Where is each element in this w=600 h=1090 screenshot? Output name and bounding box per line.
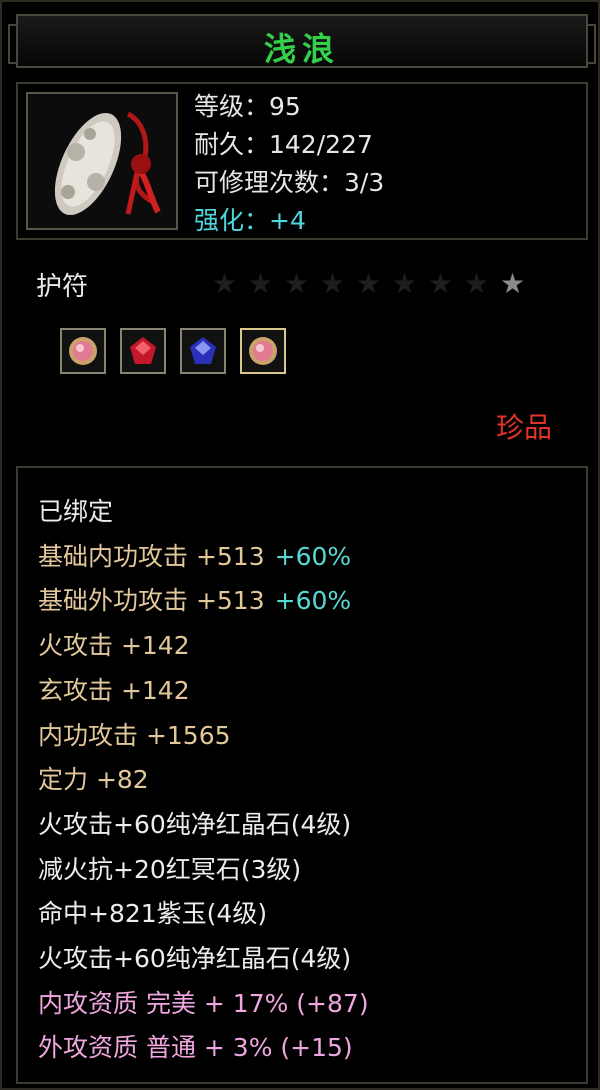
attribute-list: 已绑定基础内功攻击 +513 +60% 基础外功攻击 +513 +60% 火攻击 +14… xyxy=(38,490,369,1071)
star-icon: ★ xyxy=(464,267,490,300)
amulet-icon xyxy=(26,92,178,230)
gem-slot-3[interactable] xyxy=(180,328,226,374)
attribute-text: 内攻资质 完美 + 17% (+87) xyxy=(38,988,369,1018)
gem-slot-1[interactable] xyxy=(60,328,106,374)
attribute-bonus: +60% xyxy=(274,541,352,571)
attribute-text: 命中+821紫玉(4级) xyxy=(38,899,268,929)
attribute-row: 内攻资质 完美 + 17% (+87) xyxy=(38,982,369,1027)
attribute-row: 内功攻击 +1565 xyxy=(38,714,369,759)
item-info-box: 等级：95 耐久：142/227 可修理次数：3/3 强化：+4 xyxy=(16,82,588,240)
durability-stat: 耐久：142/227 xyxy=(194,130,373,159)
level-stat: 等级：95 xyxy=(194,92,301,121)
attribute-text: 火攻击 +142 xyxy=(38,631,190,661)
repair-count-stat: 可修理次数：3/3 xyxy=(194,168,385,197)
attribute-row: 玄攻击 +142 xyxy=(38,669,369,714)
star-icon: ★ xyxy=(356,267,382,300)
attribute-text: 基础外功攻击 +513 xyxy=(38,586,265,616)
attribute-text: 减火抗+20红冥石(3级) xyxy=(38,854,302,884)
star-icon: ★ xyxy=(428,267,454,300)
attribute-text: 内功攻击 +1565 xyxy=(38,720,231,750)
attribute-row: 火攻击+60纯净红晶石(4级) xyxy=(38,937,369,982)
blue-crystal-gem-icon xyxy=(190,337,216,364)
item-name-title: 浅浪 xyxy=(263,30,340,68)
attribute-row: 火攻击+60纯净红晶石(4级) xyxy=(38,803,369,848)
star-rating: ★ ★ ★ ★ ★ ★ ★ ★ ★ xyxy=(212,267,526,300)
gem-sockets xyxy=(60,328,286,374)
attribute-text: 基础内功攻击 +513 xyxy=(38,541,265,571)
attribute-row: 外攻资质 普通 + 3% (+15) xyxy=(38,1026,369,1071)
star-icon: ★ xyxy=(248,267,274,300)
attribute-row: 定力 +82 xyxy=(38,758,369,803)
star-icon: ★ xyxy=(500,267,526,300)
star-icon: ★ xyxy=(320,267,346,300)
attribute-text: 火攻击+60纯净红晶石(4级) xyxy=(38,944,352,974)
attribute-row: 已绑定 xyxy=(38,490,369,535)
attribute-bonus: +60% xyxy=(274,586,352,616)
attribute-row: 基础内功攻击 +513 +60% xyxy=(38,535,369,580)
attribute-row: 命中+821紫玉(4级) xyxy=(38,892,369,937)
rarity-label: 珍品 xyxy=(495,411,552,444)
attributes-box: 已绑定基础内功攻击 +513 +60% 基础外功攻击 +513 +60% 火攻击 +14… xyxy=(16,466,588,1084)
attribute-row: 基础外功攻击 +513 +60% xyxy=(38,579,369,624)
gem-slot-2[interactable] xyxy=(120,328,166,374)
attribute-text: 定力 +82 xyxy=(38,765,149,795)
item-stats: 等级：95 耐久：142/227 可修理次数：3/3 强化：+4 xyxy=(194,88,384,240)
red-crystal-gem-icon xyxy=(130,337,156,364)
attribute-text: 外攻资质 普通 + 3% (+15) xyxy=(38,1033,353,1063)
star-icon: ★ xyxy=(284,267,310,300)
attribute-text: 玄攻击 +142 xyxy=(38,675,190,705)
attribute-row: 减火抗+20红冥石(3级) xyxy=(38,848,369,893)
gem-slot-4[interactable] xyxy=(240,328,286,374)
title-bar: 浅浪 xyxy=(8,14,596,68)
star-icon: ★ xyxy=(392,267,418,300)
item-type-label: 护符 xyxy=(36,272,89,302)
pink-orb-gem-icon xyxy=(249,337,277,365)
enhance-stat: 强化：+4 xyxy=(194,206,306,235)
attribute-row: 火攻击 +142 xyxy=(38,624,369,669)
attribute-text: 火攻击+60纯净红晶石(4级) xyxy=(38,809,352,839)
pink-orb-gem-icon xyxy=(69,337,97,365)
star-icon: ★ xyxy=(212,267,238,300)
attribute-text: 已绑定 xyxy=(38,497,114,526)
item-tooltip-panel: 浅浪 等级：95 耐久：142/227 可修理次数：3/3 强化：+4 护符 ★… xyxy=(0,0,600,1090)
